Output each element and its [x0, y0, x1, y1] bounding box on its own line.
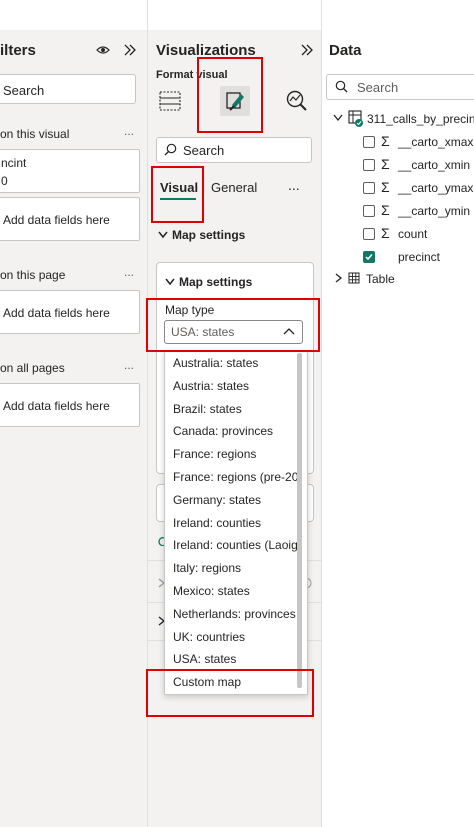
- map-type-option[interactable]: Brazil: states: [173, 402, 242, 416]
- field-row[interactable]: Σ __carto_xmax: [322, 133, 474, 154]
- data-title: Data: [329, 42, 362, 59]
- filters-visual-more[interactable]: ...: [124, 124, 134, 138]
- add-fields-label-2: Add data fields here: [3, 306, 110, 320]
- table2-name[interactable]: Table: [366, 272, 395, 286]
- map-type-option[interactable]: Mexico: states: [173, 584, 250, 598]
- dropdown-scrollbar[interactable]: [297, 353, 302, 688]
- field-name: __carto_ymin: [398, 204, 471, 218]
- map-type-option[interactable]: USA: states: [173, 652, 236, 666]
- field-row[interactable]: Σcount: [322, 225, 474, 246]
- viz-tabs-more[interactable]: ...: [288, 177, 300, 193]
- map-settings-outer-header[interactable]: Map settings: [172, 228, 245, 242]
- tab-visual-underline: [160, 198, 196, 200]
- filters-all-more[interactable]: ...: [124, 358, 134, 372]
- search-icon: [164, 143, 177, 156]
- map-type-value: USA: states: [171, 325, 235, 339]
- map-type-option[interactable]: France: regions (pre-20: [173, 470, 298, 484]
- data-pane: Data Search 311_calls_by_precinct Σ __car…: [322, 0, 474, 827]
- sigma-icon: Σ: [381, 133, 390, 149]
- viz-top-strip: [148, 0, 321, 30]
- field-row[interactable]: Σ __carto_ymax: [322, 179, 474, 200]
- map-type-option[interactable]: Ireland: counties: [173, 516, 261, 530]
- map-type-select[interactable]: USA: states: [164, 320, 303, 344]
- filters-section-page: on this page: [0, 268, 66, 282]
- format-visual-label: Format visual: [156, 69, 228, 81]
- checkmark-icon: [363, 251, 375, 263]
- field-row[interactable]: Σ __carto_xmin: [322, 156, 474, 177]
- collapse-filters-icon[interactable]: [123, 43, 137, 57]
- field-checkbox[interactable]: [363, 159, 375, 171]
- sigma-icon: Σ: [381, 225, 390, 241]
- field-name: __carto_xmax: [398, 135, 474, 149]
- map-type-label: Map type: [165, 303, 215, 317]
- add-fields-drop-visual[interactable]: Add data fields here: [0, 197, 140, 241]
- analytics-icon[interactable]: [285, 89, 309, 113]
- field-name: count: [398, 227, 428, 241]
- map-type-option[interactable]: Canada: provinces: [173, 424, 273, 438]
- chevron-down-icon[interactable]: [158, 231, 168, 239]
- map-type-option[interactable]: Ireland: counties (Laoig: [173, 538, 298, 552]
- add-fields-label-1: Add data fields here: [3, 213, 110, 227]
- chevron-down-icon[interactable]: [165, 278, 175, 286]
- field-row[interactable]: precinct: [322, 249, 474, 269]
- add-fields-label-3: Add data fields here: [3, 399, 110, 413]
- map-type-option[interactable]: Italy: regions: [173, 561, 241, 575]
- format-visual-tab[interactable]: [220, 86, 250, 116]
- tab-visual[interactable]: Visual: [160, 180, 198, 195]
- chevron-down-icon[interactable]: [333, 114, 343, 122]
- viz-search-placeholder: Search: [183, 143, 225, 158]
- add-fields-drop-all[interactable]: Add data fields here: [0, 383, 140, 427]
- field-checkbox[interactable]: [363, 205, 375, 217]
- chevron-right-icon[interactable]: [335, 273, 343, 283]
- chevron-up-icon: [283, 328, 295, 335]
- filter-card-precinct[interactable]: ncint 0: [0, 149, 140, 193]
- table-icon: [348, 272, 360, 284]
- add-fields-drop-page[interactable]: Add data fields here: [0, 290, 140, 334]
- sigma-icon: Σ: [381, 179, 390, 195]
- map-type-option[interactable]: Austria: states: [173, 379, 249, 393]
- field-checkbox[interactable]: [363, 182, 375, 194]
- map-type-option[interactable]: Germany: states: [173, 493, 261, 507]
- field-checkbox[interactable]: [363, 228, 375, 240]
- field-checkbox[interactable]: [363, 251, 375, 263]
- map-type-option[interactable]: Netherlands: provinces: [173, 607, 296, 621]
- sigma-icon: Σ: [381, 202, 390, 218]
- field-name: __carto_xmin: [398, 158, 471, 172]
- filters-search-placeholder: Search: [3, 83, 45, 98]
- field-row[interactable]: Σ __carto_ymin: [322, 202, 474, 223]
- data-top-strip: [322, 0, 474, 30]
- viz-search-box[interactable]: Search: [156, 137, 312, 163]
- filters-page-more[interactable]: ...: [124, 265, 134, 279]
- filters-section-visual: on this visual: [0, 127, 70, 141]
- tab-general[interactable]: General: [211, 180, 257, 195]
- viz-title: Visualizations: [156, 42, 256, 59]
- table-name[interactable]: 311_calls_by_precinct: [367, 112, 474, 126]
- data-search-placeholder: Search: [357, 80, 399, 95]
- paintbrush-icon: [226, 92, 244, 111]
- visualizations-pane: Visualizations Format visual Search Visu…: [148, 0, 322, 827]
- collapse-viz-icon[interactable]: [300, 43, 314, 57]
- map-type-dropdown: Australia: states Austria: states Brazil: …: [164, 350, 308, 695]
- filter-field-value: 0: [1, 174, 8, 188]
- field-name: __carto_ymax: [398, 181, 474, 195]
- filters-search-box[interactable]: Search: [0, 74, 136, 104]
- filters-section-all: on all pages: [0, 361, 65, 375]
- sigma-icon: Σ: [381, 156, 390, 172]
- filter-field-name: ncint: [1, 156, 27, 170]
- filters-pane: ilters Search on this visual ... ncint 0…: [0, 0, 148, 827]
- map-type-option[interactable]: Custom map: [173, 675, 241, 689]
- build-visual-icon[interactable]: [158, 89, 182, 113]
- filters-top-strip: [0, 0, 147, 30]
- data-search-box[interactable]: Search: [326, 74, 474, 100]
- field-name: precinct: [398, 250, 441, 264]
- map-type-option[interactable]: Australia: states: [173, 356, 258, 370]
- map-settings-inner-header[interactable]: Map settings: [179, 275, 252, 289]
- map-type-option[interactable]: France: regions: [173, 447, 256, 461]
- eye-icon[interactable]: [96, 44, 110, 56]
- filters-title: ilters: [0, 42, 36, 59]
- table-icon: [348, 110, 363, 127]
- field-checkbox[interactable]: [363, 136, 375, 148]
- map-type-option[interactable]: UK: countries: [173, 630, 245, 644]
- search-icon: [335, 80, 348, 93]
